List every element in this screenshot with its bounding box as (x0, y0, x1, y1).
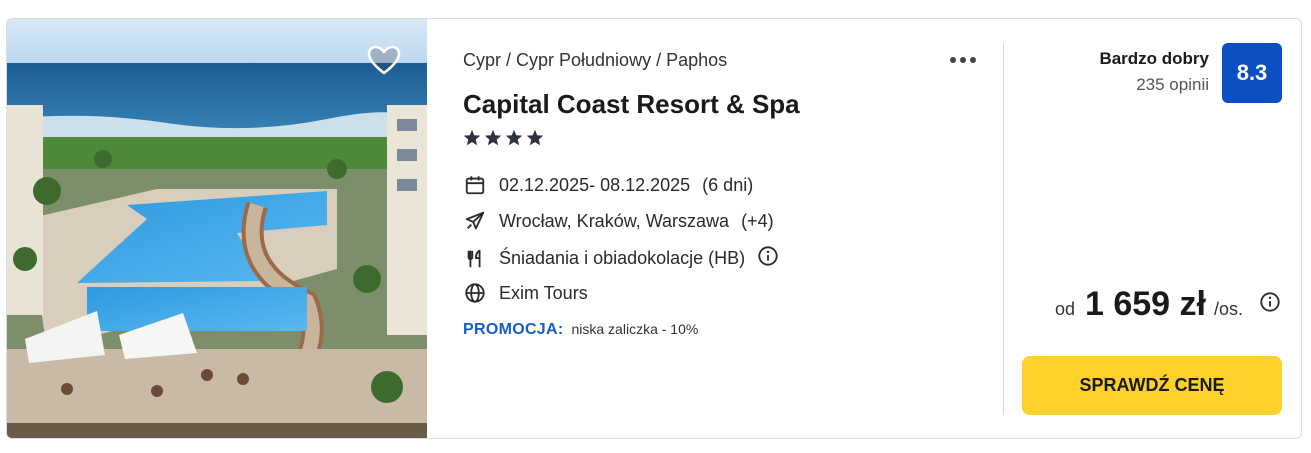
check-price-button[interactable]: SPRAWDŹ CENĘ (1022, 356, 1282, 415)
price-block: od 1 659 zł /os. (1055, 285, 1281, 324)
review-count[interactable]: 235 opinii (1099, 75, 1209, 95)
heart-icon (367, 45, 401, 75)
hotel-stars (463, 129, 544, 146)
star-icon (526, 129, 544, 146)
more-icon (950, 57, 956, 63)
star-icon (505, 129, 523, 146)
more-departures[interactable]: (+4) (741, 211, 774, 232)
column-divider (1003, 43, 1004, 415)
operator-row: Exim Tours (463, 281, 588, 305)
price-prefix: od (1054, 299, 1075, 319)
rating-quality: Bardzo dobry (1099, 49, 1209, 68)
location-breadcrumb: Cypr / Cypr Południowy / Paphos (463, 50, 728, 70)
board-row: Śniadania i obiadokolacje (HB) (463, 245, 779, 272)
offer-card[interactable]: Cypr / Cypr Południowy / Paphos Capital … (6, 18, 1302, 439)
departure-cities: Wrocław, Kraków, Warszawa (499, 210, 730, 231)
promo-label: PROMOCJA: (463, 321, 564, 338)
star-icon (484, 129, 502, 146)
dates-row: 02.12.2025- 08.12.2025 (6 dni) (463, 173, 753, 197)
departures-row: Wrocław, Kraków, Warszawa (+4) (463, 209, 774, 233)
calendar-icon (463, 173, 487, 197)
favorite-button[interactable] (365, 43, 403, 77)
rating-summary[interactable]: Bardzo dobry 235 opinii (1099, 49, 1209, 95)
info-icon[interactable] (757, 245, 779, 272)
hotel-photo[interactable] (7, 19, 427, 438)
travel-dates: 02.12.2025- 08.12.2025 (499, 174, 691, 195)
trip-duration: (6 dni) (702, 174, 754, 195)
promo-line: PROMOCJA: niska zaliczka - 10% (463, 321, 698, 339)
offer-info: Cypr / Cypr Południowy / Paphos Capital … (463, 19, 993, 438)
star-icon (463, 129, 481, 146)
promo-text: niska zaliczka - 10% (571, 321, 699, 337)
globe-icon (463, 281, 487, 305)
more-icon-dot (960, 57, 966, 63)
more-icon-dot (970, 57, 976, 63)
hotel-name[interactable]: Capital Coast Resort & Spa (463, 89, 800, 120)
board-type: Śniadania i obiadokolacje (HB) (499, 248, 746, 268)
resort-image (7, 19, 427, 438)
utensils-icon (463, 247, 487, 271)
more-options-button[interactable] (946, 47, 980, 73)
rating-score-badge: 8.3 (1222, 43, 1282, 103)
price-info-icon[interactable] (1259, 291, 1281, 318)
tour-operator: Exim Tours (499, 282, 588, 303)
price-amount: 1 659 zł (1085, 285, 1206, 323)
price-suffix: /os. (1213, 299, 1243, 319)
plane-icon (463, 209, 487, 233)
